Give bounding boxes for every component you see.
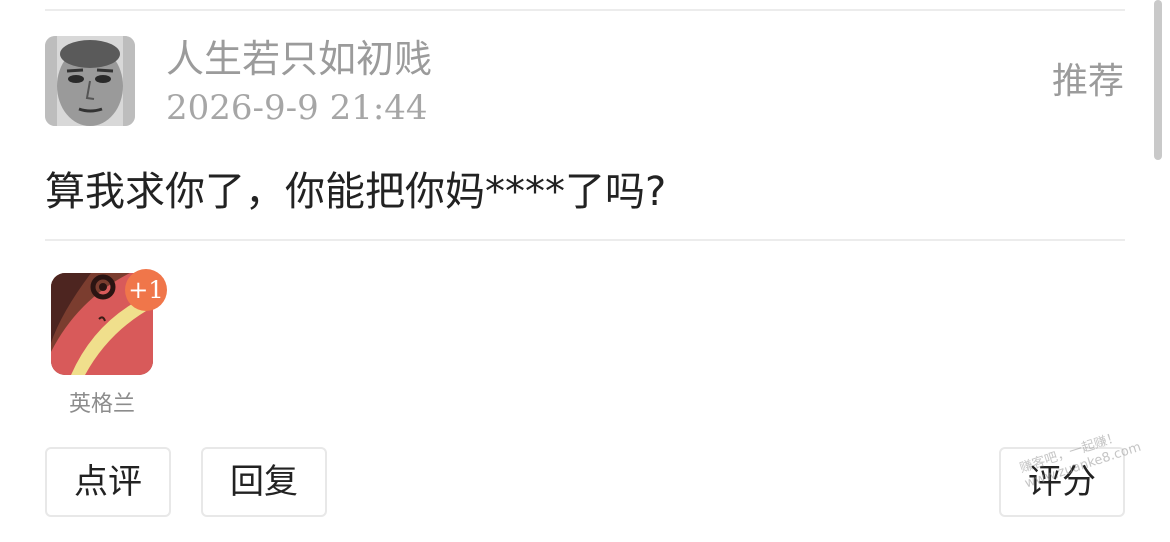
rating-entry[interactable]: +1 — [51, 269, 167, 375]
rater-name[interactable]: 英格兰 — [45, 390, 159, 420]
content-divider — [45, 239, 1125, 241]
avatar-portrait-image — [45, 36, 135, 126]
top-divider — [45, 9, 1125, 11]
reply-button[interactable]: 回复 — [201, 447, 327, 517]
comment-button[interactable]: 点评 — [45, 447, 171, 517]
post-page: 人生若只如初贱 2026-9-9 21:44 推荐 算我求你了，你能把你妈***… — [0, 0, 1170, 542]
scrollbar[interactable] — [1154, 0, 1162, 160]
author-avatar[interactable] — [45, 36, 135, 126]
author-name[interactable]: 人生若只如初贱 — [166, 34, 432, 84]
post-content: 算我求你了，你能把你妈****了吗? — [45, 169, 667, 215]
post-timestamp: 2026-9-9 21:44 — [166, 88, 428, 128]
score-badge: +1 — [125, 269, 167, 311]
recommend-button[interactable]: 推荐 — [1052, 58, 1124, 106]
